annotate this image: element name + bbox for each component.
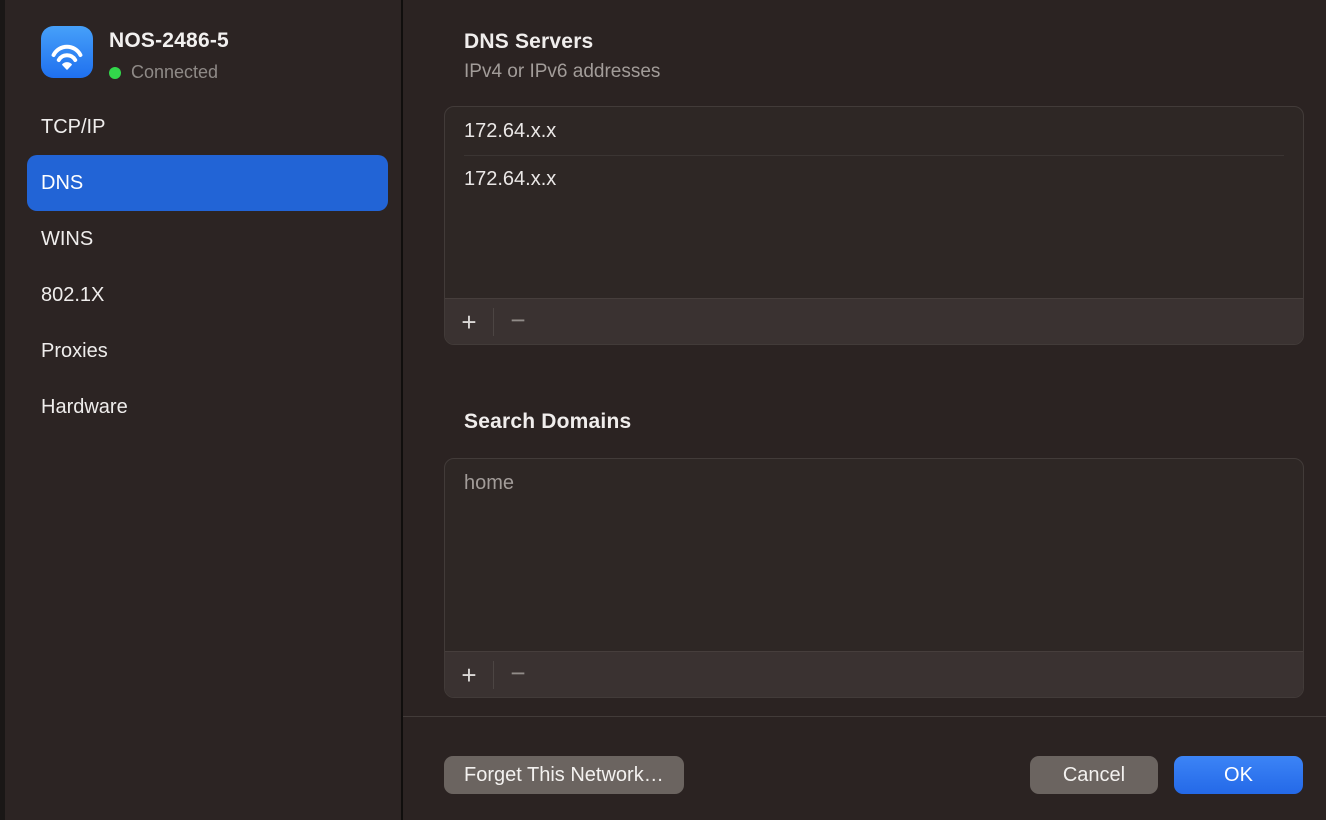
- search-domain-entry[interactable]: home: [445, 459, 1303, 507]
- wifi-icon: [41, 26, 93, 78]
- sidebar-item-wins[interactable]: WINS: [27, 211, 388, 267]
- sidebar-item-hardware[interactable]: Hardware: [27, 379, 388, 435]
- footer-divider: [403, 716, 1326, 717]
- dialog-button-bar: Forget This Network… Cancel OK: [444, 756, 1303, 794]
- dns-servers-subtitle: IPv4 or IPv6 addresses: [464, 61, 660, 83]
- sidebar-nav: TCP/IP DNS WINS 802.1X Proxies Hardware: [27, 99, 388, 435]
- dns-servers-title: DNS Servers: [464, 30, 593, 54]
- cancel-button[interactable]: Cancel: [1030, 756, 1158, 794]
- dns-servers-list: 172.64.x.x 172.64.x.x + −: [444, 106, 1304, 345]
- sidebar-item-dns[interactable]: DNS: [27, 155, 388, 211]
- network-status: Connected: [109, 62, 229, 83]
- sidebar-item-8021x[interactable]: 802.1X: [27, 267, 388, 323]
- add-dns-server-button[interactable]: +: [445, 299, 493, 344]
- sidebar-item-proxies[interactable]: Proxies: [27, 323, 388, 379]
- add-search-domain-button[interactable]: +: [445, 652, 493, 697]
- ok-button[interactable]: OK: [1174, 756, 1303, 794]
- search-domains-title: Search Domains: [464, 410, 631, 434]
- search-domains-list: home + −: [444, 458, 1304, 698]
- dns-server-entry[interactable]: 172.64.x.x: [445, 155, 1303, 203]
- connected-status-label: Connected: [131, 62, 218, 83]
- network-name: NOS-2486-5: [109, 26, 229, 53]
- forget-network-button[interactable]: Forget This Network…: [444, 756, 684, 794]
- sidebar: NOS-2486-5 Connected TCP/IP DNS WINS 802…: [5, 0, 403, 820]
- sidebar-item-tcpip[interactable]: TCP/IP: [27, 99, 388, 155]
- dns-pane: DNS Servers IPv4 or IPv6 addresses 172.6…: [403, 0, 1326, 820]
- dns-servers-list-footer: + −: [445, 298, 1303, 344]
- network-info: NOS-2486-5 Connected: [109, 26, 229, 83]
- network-header: NOS-2486-5 Connected: [41, 26, 229, 83]
- remove-search-domain-button[interactable]: −: [494, 652, 542, 697]
- search-domains-list-footer: + −: [445, 651, 1303, 697]
- remove-dns-server-button[interactable]: −: [494, 299, 542, 344]
- connected-status-dot: [109, 67, 121, 79]
- network-details-dialog: NOS-2486-5 Connected TCP/IP DNS WINS 802…: [0, 0, 1326, 820]
- dns-server-entry[interactable]: 172.64.x.x: [445, 107, 1303, 155]
